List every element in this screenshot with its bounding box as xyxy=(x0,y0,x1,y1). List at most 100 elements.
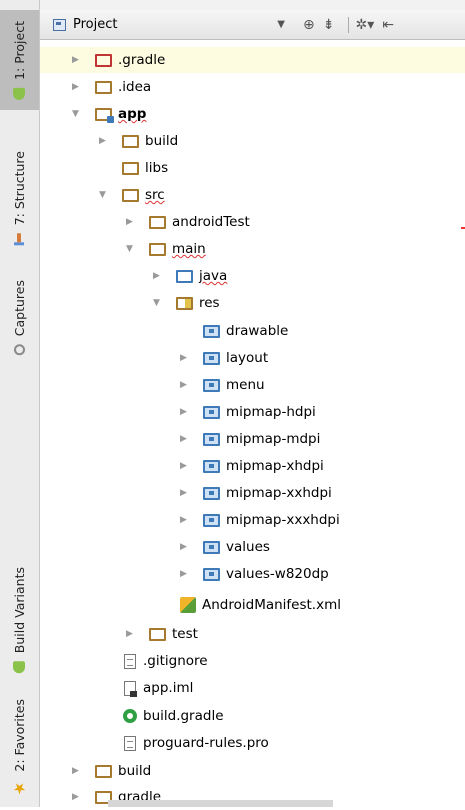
tree-item-label: .idea xyxy=(118,79,152,95)
tab-favorites[interactable]: ★ 2: Favorites xyxy=(0,698,39,798)
folder-icon xyxy=(122,161,139,175)
tree-item-gitignore[interactable]: .gitignore xyxy=(124,648,208,674)
chevron-right-icon[interactable]: ▶ xyxy=(179,461,188,471)
tree-item-label: .gradle xyxy=(118,52,166,68)
chevron-right-icon[interactable]: ▶ xyxy=(179,569,188,579)
tree-item-mipmap-mdpi[interactable]: ▶ mipmap-mdpi xyxy=(179,426,320,452)
horizontal-scrollbar[interactable] xyxy=(108,800,333,807)
chevron-down-icon: ▼ xyxy=(277,19,285,30)
tree-item-drawable[interactable]: drawable xyxy=(203,318,288,344)
chevron-right-icon[interactable]: ▶ xyxy=(71,766,80,776)
collapse-icon[interactable]: ⇟ xyxy=(323,17,335,33)
tree-item-label: mipmap-xxhdpi xyxy=(226,485,332,501)
view-selector-label: Project xyxy=(73,17,118,32)
tree-item-build[interactable]: ▶ build xyxy=(71,758,151,784)
chevron-right-icon[interactable]: ▶ xyxy=(179,353,188,363)
tree-item-libs[interactable]: libs xyxy=(122,155,168,181)
tree-item-app[interactable]: ▼ app xyxy=(71,101,146,127)
tree-item-label: res xyxy=(199,295,220,311)
tree-item-values[interactable]: ▶ values xyxy=(179,534,270,560)
target-icon[interactable]: ⊕ xyxy=(303,17,315,33)
divider xyxy=(348,16,350,33)
text-file-icon xyxy=(124,735,136,751)
chevron-right-icon[interactable]: ▶ xyxy=(179,407,188,417)
error-marker xyxy=(461,227,465,229)
tree-item-label: mipmap-xhdpi xyxy=(226,458,324,474)
tree-item-label: build.gradle xyxy=(143,708,224,724)
chevron-down-icon[interactable]: ▼ xyxy=(152,298,161,308)
tree-item-res[interactable]: ▼ res xyxy=(152,290,220,316)
star-icon: ★ xyxy=(10,779,29,798)
folder-icon xyxy=(149,242,166,256)
text-file-icon xyxy=(124,653,136,669)
tree-item-gradle-cache[interactable]: ▶ .gradle xyxy=(40,47,465,73)
tree-item-main[interactable]: ▼ main xyxy=(125,236,206,262)
chevron-right-icon[interactable]: ▶ xyxy=(71,55,80,65)
tree-item-android-manifest[interactable]: AndroidManifest.xml xyxy=(180,592,341,618)
tab-captures-label: Captures xyxy=(12,280,27,337)
gear-icon[interactable]: ✲▾ xyxy=(355,17,374,33)
tab-structure-label: 7: Structure xyxy=(12,150,27,226)
tree-item-mipmap-hdpi[interactable]: ▶ mipmap-hdpi xyxy=(179,399,316,425)
tree-item-label: app xyxy=(118,106,147,122)
tree-item-values-w820dp[interactable]: ▶ values-w820dp xyxy=(179,561,329,587)
captures-icon xyxy=(14,344,25,356)
chevron-right-icon[interactable]: ▶ xyxy=(179,488,188,498)
chevron-right-icon[interactable]: ▶ xyxy=(179,515,188,525)
tree-item-label: java xyxy=(199,268,228,284)
tree-item-menu[interactable]: ▶ menu xyxy=(179,372,265,398)
chevron-down-icon[interactable]: ▼ xyxy=(125,244,134,254)
chevron-right-icon[interactable]: ▶ xyxy=(98,136,107,146)
tree-item-app-iml[interactable]: app.iml xyxy=(124,675,193,701)
project-view-header: Project ▼ ⊕ ⇟ ✲▾ ⇤ xyxy=(40,10,465,40)
chevron-down-icon[interactable]: ▼ xyxy=(98,190,107,200)
source-folder-icon xyxy=(176,269,193,283)
folder-icon xyxy=(95,80,112,94)
hide-icon[interactable]: ⇤ xyxy=(382,17,394,33)
tab-project[interactable]: 1: Project xyxy=(0,10,39,110)
tree-item-label: drawable xyxy=(226,323,289,339)
chevron-right-icon[interactable]: ▶ xyxy=(71,82,80,92)
tree-item-label: test xyxy=(172,626,198,642)
tree-item-layout[interactable]: ▶ layout xyxy=(179,345,268,371)
project-view-icon xyxy=(53,18,66,31)
tree-item-proguard[interactable]: proguard-rules.pro xyxy=(124,730,269,756)
chevron-right-icon[interactable]: ▶ xyxy=(179,380,188,390)
tab-captures[interactable]: Captures xyxy=(0,272,39,364)
tree-item-label: values xyxy=(226,539,270,555)
tree-item-mipmap-xxhdpi[interactable]: ▶ mipmap-xxhdpi xyxy=(179,480,332,506)
tree-item-mipmap-xxxhdpi[interactable]: ▶ mipmap-xxxhdpi xyxy=(179,507,340,533)
tree-item-label: .gitignore xyxy=(143,653,208,669)
tree-item-idea[interactable]: ▶ .idea xyxy=(71,74,151,100)
tree-item-label: main xyxy=(172,241,206,257)
view-selector[interactable]: Project ▼ xyxy=(53,17,303,32)
header-top-strip xyxy=(40,0,465,10)
tree-item-java[interactable]: ▶ java xyxy=(152,263,227,289)
package-folder-icon xyxy=(203,540,220,554)
tree-item-label: mipmap-mdpi xyxy=(226,431,321,447)
tree-item-test[interactable]: ▶ test xyxy=(125,621,198,647)
package-folder-icon xyxy=(203,513,220,527)
chevron-right-icon[interactable]: ▶ xyxy=(125,217,134,227)
structure-icon xyxy=(14,233,26,245)
tree-item-label: proguard-rules.pro xyxy=(143,735,269,751)
chevron-right-icon[interactable]: ▶ xyxy=(179,434,188,444)
chevron-down-icon[interactable]: ▼ xyxy=(71,109,80,119)
tree-item-label: src xyxy=(145,187,165,203)
tab-structure[interactable]: 7: Structure xyxy=(0,138,39,258)
chevron-right-icon[interactable]: ▶ xyxy=(152,271,161,281)
chevron-right-icon[interactable]: ▶ xyxy=(125,629,134,639)
tree-item-build-gradle[interactable]: build.gradle xyxy=(123,703,224,729)
tab-favorites-label: 2: Favorites xyxy=(12,698,27,772)
tab-build-variants[interactable]: Build Variants xyxy=(0,567,39,674)
tree-item-androidtest[interactable]: ▶ androidTest xyxy=(125,209,250,235)
chevron-right-icon[interactable]: ▶ xyxy=(71,792,80,802)
package-folder-icon xyxy=(203,459,220,473)
chevron-right-icon[interactable]: ▶ xyxy=(179,542,188,552)
manifest-icon xyxy=(180,597,196,613)
tree-item-app-build[interactable]: ▶ build xyxy=(98,128,178,154)
tree-item-mipmap-xhdpi[interactable]: ▶ mipmap-xhdpi xyxy=(179,453,324,479)
tree-item-src[interactable]: ▼ src xyxy=(98,182,165,208)
android-icon xyxy=(13,661,26,674)
module-folder-icon xyxy=(95,107,114,123)
